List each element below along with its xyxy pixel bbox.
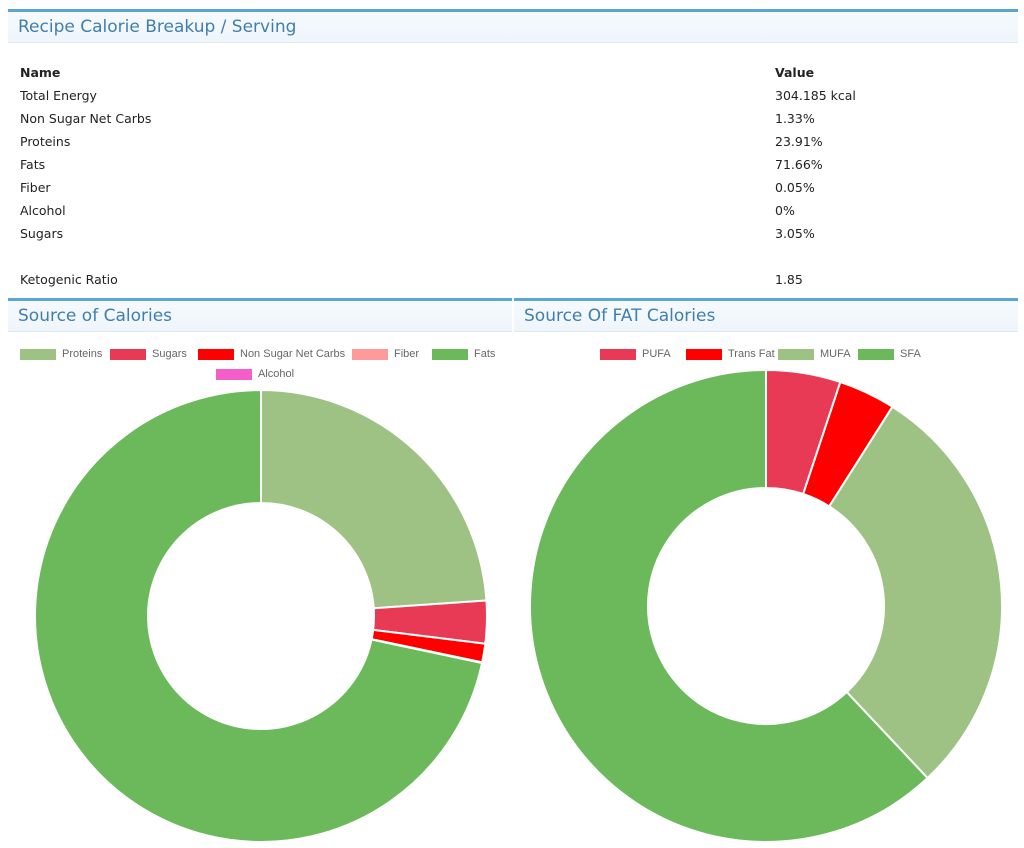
legend-item[interactable]: Proteins (20, 348, 102, 360)
panel-title: Source Of FAT Calories (524, 306, 716, 326)
legend-item[interactable]: Sugars (110, 348, 187, 360)
panel-header: Recipe Calorie Breakup / Serving (8, 9, 1018, 43)
legend-label: Fats (474, 348, 496, 360)
table-row: Sugars 3.05% (20, 222, 856, 245)
legend-swatch (198, 348, 234, 360)
source-of-calories-panel: Source of Calories Proteins Sugars Non Sug… (8, 298, 512, 847)
legend-swatch (432, 348, 468, 360)
legend-item[interactable]: Non Sugar Net Carbs (198, 348, 345, 360)
table-header-row: Name Value (20, 61, 856, 84)
row-value: 23.91% (775, 134, 823, 149)
panel-header: Source of Calories (8, 298, 512, 332)
calorie-breakup-panel: Recipe Calorie Breakup / Serving Name Va… (8, 9, 1018, 294)
legend-label: Sugars (152, 348, 187, 360)
row-name: Proteins (20, 134, 71, 149)
panel-header: Source Of FAT Calories (514, 298, 1018, 332)
table-row: Alcohol 0% (20, 199, 856, 222)
legend-item[interactable]: Fats (432, 348, 495, 360)
row-value: 304.185 kcal (775, 88, 856, 103)
header-value: Value (775, 65, 815, 80)
legend-label: Fiber (394, 348, 420, 360)
slice-proteins[interactable] (260, 388, 488, 610)
row-name: Sugars (20, 226, 64, 241)
legend-swatch (110, 348, 146, 360)
table-row-keto: Ketogenic Ratio 1.85 (20, 268, 856, 291)
legend-swatch (352, 348, 388, 360)
table-row: Fats 71.66% (20, 153, 856, 176)
row-name: Fiber (20, 180, 51, 195)
row-name: Fats (20, 157, 46, 172)
panel-title: Source of Calories (18, 306, 173, 326)
header-name: Name (20, 65, 61, 80)
row-value: 1.33% (775, 111, 815, 126)
row-value: 1.85 (775, 272, 803, 287)
legend-label: Non Sugar Net Carbs (240, 348, 346, 360)
table-row: Non Sugar Net Carbs 1.33% (20, 107, 856, 130)
row-value: 0.05% (775, 180, 815, 195)
legend-label: Proteins (62, 348, 103, 360)
panel-title: Recipe Calorie Breakup / Serving (18, 17, 297, 37)
row-value: 0% (775, 203, 795, 218)
table-row: Total Energy 304.185 kcal (20, 84, 856, 107)
table-row: Proteins 23.91% (20, 130, 856, 153)
row-name: Non Sugar Net Carbs (20, 111, 152, 126)
row-name: Alcohol (20, 203, 66, 218)
row-name: Total Energy (20, 88, 97, 103)
source-of-fat-panel: Source Of FAT Calories PUFA Trans Fat MUFA… (514, 298, 1018, 847)
calories-donut-chart (34, 388, 488, 843)
row-value: 3.05% (775, 226, 815, 241)
row-name: Ketogenic Ratio (20, 272, 118, 287)
spacer-row (20, 245, 856, 268)
legend-item[interactable]: Fiber (352, 348, 419, 360)
nutrition-table: Name Value Total Energy 304.185 kcal Non … (20, 61, 856, 291)
row-value: 71.66% (775, 157, 823, 172)
fat-donut-chart (529, 368, 1003, 843)
table-row: Fiber 0.05% (20, 176, 856, 199)
legend-swatch (20, 348, 56, 360)
